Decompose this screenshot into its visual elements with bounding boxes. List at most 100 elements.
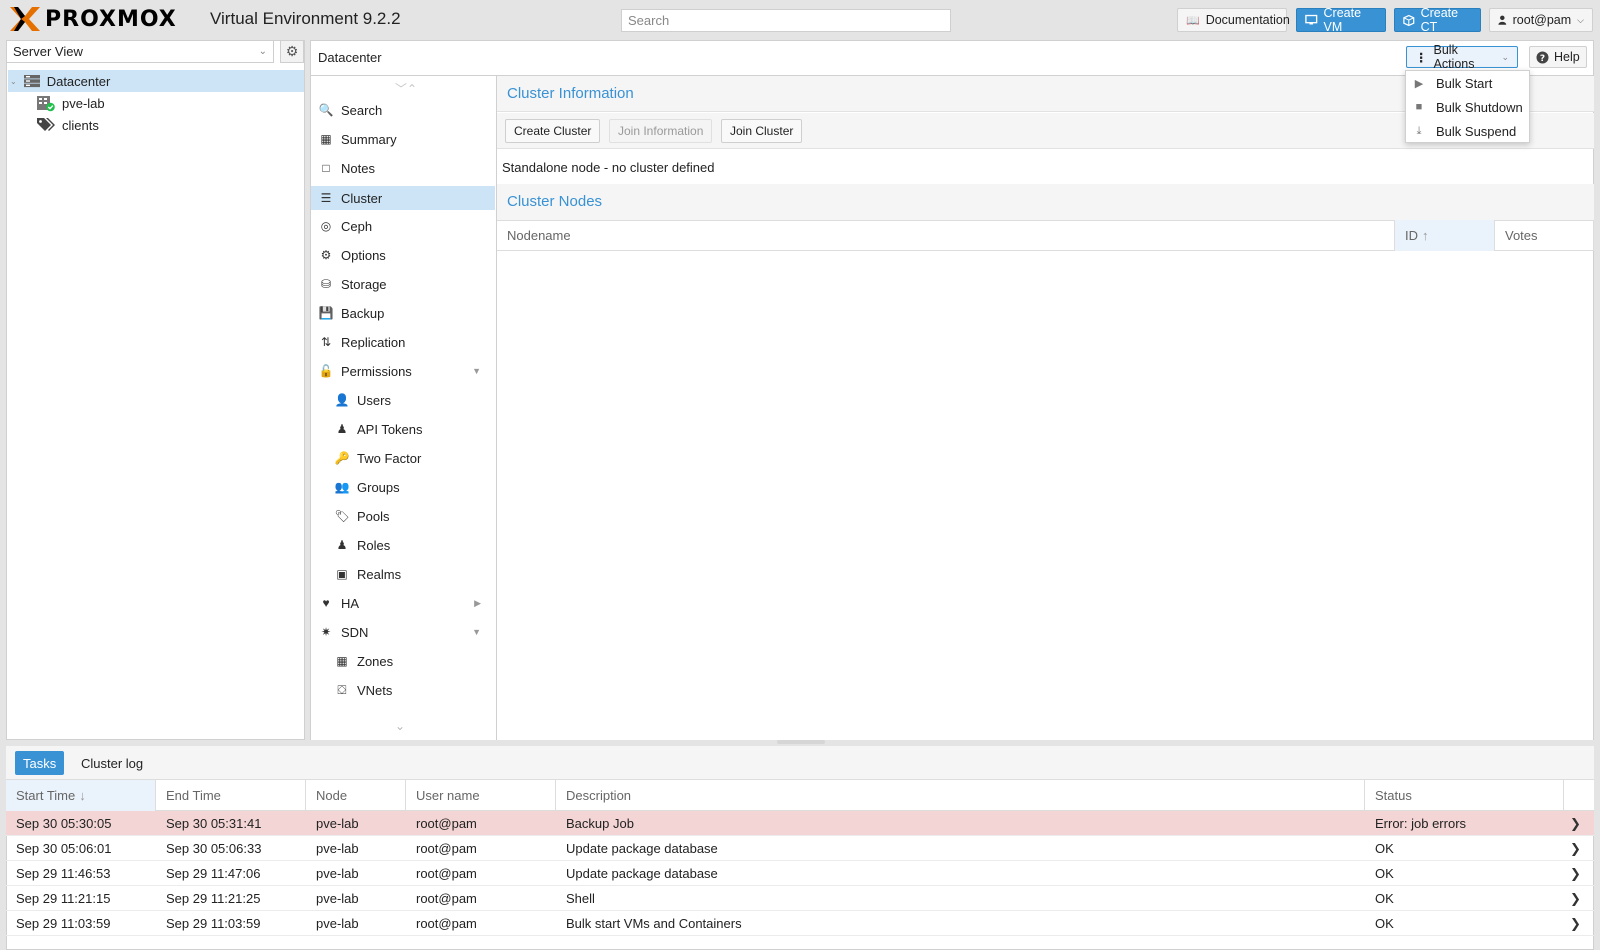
column-header-description[interactable]: Description [556,780,1365,811]
nav-item-summary[interactable]: ▦ Summary [311,127,495,151]
column-header-user-name[interactable]: User name [406,780,556,811]
scroll-down-icon[interactable]: ⌄ [395,719,405,733]
book-icon: 📖 [1186,14,1200,27]
join-cluster-button[interactable]: Join Cluster [721,119,803,143]
sort-desc-icon: ↓ [79,788,86,803]
network-icon: ⛋ [337,682,347,697]
tree-item-pve-lab[interactable]: pve-lab [8,92,105,114]
chevron-down-icon: ⌄ [258,46,267,57]
expand-caret-icon[interactable]: ▼ [472,366,481,376]
column-header-status[interactable]: Status [1365,780,1564,811]
nav-item-label: Replication [341,334,406,350]
proxmox-logo[interactable]: PROXMOX [8,4,177,34]
nav-item-api-tokens[interactable]: ♟ API Tokens [311,417,495,441]
nav-item-options[interactable]: ⚙ Options [311,243,495,267]
desktop-icon [1305,14,1318,25]
column-header-id[interactable]: ID ↑ [1395,220,1495,251]
chevron-right-icon[interactable]: ❯ [1570,886,1581,911]
cell-end-time: Sep 29 11:03:59 [166,916,261,931]
tree-item-datacenter[interactable]: ⌄ Datacenter [8,70,304,92]
cell-status: Error: job errors [1375,816,1467,831]
column-label: Votes [1505,228,1538,243]
tab-tasks[interactable]: Tasks [15,751,65,775]
chevron-right-icon[interactable]: ❯ [1570,836,1581,861]
column-label: End Time [166,788,221,803]
column-header-node[interactable]: Node [306,780,406,811]
nav-item-ceph[interactable]: ◎ Ceph [311,214,495,238]
nav-item-notes[interactable]: □ Notes [311,156,495,180]
column-label: Description [566,788,632,803]
nav-item-storage[interactable]: ⛁ Storage [311,272,495,296]
cell-node: pve-lab [316,816,359,831]
chevron-right-icon[interactable]: ❯ [1570,861,1581,886]
menu-item-label: Bulk Suspend [1436,123,1517,139]
cell-node: pve-lab [316,866,359,881]
nav-item-label: Summary [341,131,397,147]
tree-item-clients[interactable]: clients [8,114,99,136]
search-input[interactable] [621,9,951,32]
nav-item-ha[interactable]: ♥ HA ▶ [311,591,495,615]
join-information-button[interactable]: Join Information [609,119,713,143]
cell-start-time: Sep 30 05:06:01 [16,841,112,856]
stop-icon: ■ [1415,101,1423,113]
ellipsis-vertical-icon: ⋮ [1415,50,1428,65]
nav-item-backup[interactable]: 💾 Backup [311,301,495,325]
chevron-right-icon[interactable]: ❯ [1570,911,1581,936]
expand-caret-icon[interactable]: ▼ [472,627,481,637]
nav-item-sdn[interactable]: ✷ SDN ▼ [311,620,495,644]
nav-item-zones[interactable]: ▦ Zones [311,649,495,673]
tree-item-label: Datacenter [46,73,111,89]
nav-item-two-factor[interactable]: 🔑 Two Factor [311,446,495,470]
create-cluster-button[interactable]: Create Cluster [505,119,601,143]
bulk-start-item[interactable]: ▶ Bulk Start [1406,71,1529,95]
download-icon: ⤓ [1416,124,1422,137]
cell-start-time: Sep 29 11:03:59 [16,916,111,931]
cell-end-time: Sep 30 05:06:33 [166,841,262,856]
help-button[interactable]: ? Help [1529,46,1587,68]
tree-settings-button[interactable]: ⚙ [280,40,304,63]
nav-item-realms[interactable]: ▣ Realms [311,562,495,586]
bulk-suspend-item[interactable]: ⤓ Bulk Suspend [1406,119,1529,143]
documentation-button[interactable]: 📖 Documentation [1177,8,1290,32]
search-icon: 🔍 [318,103,334,117]
cell-node: pve-lab [316,841,359,856]
nav-item-pools[interactable]: 🏷 Pools [311,504,495,528]
user-menu-button[interactable]: root@pam ⌵ [1489,8,1593,32]
nav-item-replication[interactable]: ⇅ Replication [311,330,495,354]
cell-description: Shell [566,891,595,906]
chevron-right-icon[interactable]: ❯ [1570,811,1581,836]
user-icon: 👤 [334,393,350,407]
column-header-nodename[interactable]: Nodename [497,220,1395,251]
view-selector[interactable]: Server View ⌄ [6,40,274,63]
column-header-votes[interactable]: Votes [1495,220,1594,251]
server-icon: ☰ [320,191,332,205]
expand-caret-icon[interactable]: ▶ [474,598,481,609]
bulk-shutdown-item[interactable]: ■ Bulk Shutdown [1406,95,1529,119]
notes-icon: □ [322,161,330,175]
cell-description: Update package database [566,841,718,856]
nav-item-label: Notes [341,160,375,176]
column-header-start-time[interactable]: Start Time ↓ [6,780,156,811]
cell-node: pve-lab [316,891,359,906]
create-vm-button[interactable]: Create VM [1296,6,1386,34]
tab-cluster-log[interactable]: Cluster log [81,751,143,775]
nav-item-label: Permissions [341,363,412,379]
cell-status: OK [1375,866,1394,881]
scroll-up-icon[interactable]: ﹀⌃ [395,80,417,97]
create-ct-button[interactable]: Create CT [1394,6,1481,34]
nav-item-groups[interactable]: 👥 Groups [311,475,495,499]
nav-item-users[interactable]: 👤 Users [311,388,495,412]
nav-item-roles[interactable]: ♟ Roles [311,533,495,557]
nav-item-label: VNets [357,682,393,698]
view-selector-value: Server View [13,44,83,59]
nav-item-search[interactable]: 🔍 Search [311,98,495,122]
bulk-actions-button[interactable]: ⋮ Bulk Actions ⌄ [1406,43,1518,71]
nav-item-cluster[interactable]: ☰ Cluster [311,186,495,210]
sort-asc-icon: ↑ [1422,228,1429,243]
panel-splitter[interactable] [777,740,825,744]
nav-item-vnets[interactable]: ⛋ VNets [311,678,495,702]
cell-status: OK [1375,841,1394,856]
column-header-end-time[interactable]: End Time [156,780,306,811]
nav-item-permissions[interactable]: 🔓 Permissions ▼ [311,359,495,383]
column-label: ID [1405,228,1418,243]
